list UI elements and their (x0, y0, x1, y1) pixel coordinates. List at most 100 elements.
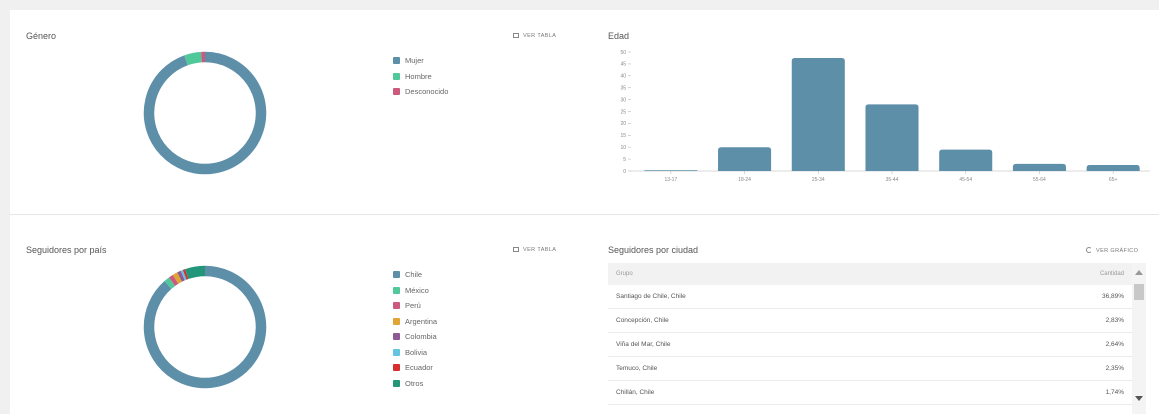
bar-55-64[interactable] (1012, 163, 1066, 171)
country-slice-3[interactable] (172, 272, 183, 284)
city-amount-cell: 2,64% (1105, 341, 1124, 348)
legend-swatch (393, 57, 400, 65)
legend-label: Otros (405, 378, 424, 388)
city-title: Seguidores por ciudad (608, 245, 699, 255)
age-title: Edad (608, 31, 630, 41)
y-tick-label: 50 (620, 50, 626, 56)
bar-25-34[interactable] (791, 57, 845, 172)
bar-13-17[interactable] (644, 170, 698, 171)
y-tick-label: 40 (620, 74, 626, 80)
country-legend-item[interactable]: Ecuador (393, 360, 437, 376)
y-tick-label: 5 (623, 157, 626, 163)
y-tick-label: 10 (620, 145, 626, 151)
gender-slice-0[interactable] (143, 51, 267, 175)
legend-swatch (393, 364, 400, 372)
city-table: Grupo Cantidad Santiago de Chile, Chile 3… (608, 263, 1132, 414)
bar-18-24[interactable] (718, 147, 772, 171)
scrollbar-thumb[interactable] (1134, 284, 1144, 300)
table-icon (513, 33, 519, 38)
country-legend-item[interactable]: Perú (393, 298, 437, 314)
legend-label: México (405, 285, 429, 295)
y-tick-label: 0 (623, 169, 626, 175)
gender-legend-item[interactable]: Hombre (393, 69, 448, 85)
legend-swatch (393, 333, 400, 341)
scroll-down-arrow-icon[interactable] (1135, 396, 1143, 401)
table-row[interactable]: Santiago de Chile, Chile 36,89% (608, 285, 1132, 309)
x-tick-label: 45-54 (959, 177, 972, 183)
gender-slice-1[interactable] (184, 51, 202, 66)
country-legend-item[interactable]: Bolivia (393, 345, 437, 361)
city-table-header: Grupo Cantidad (608, 263, 1132, 285)
country-legend: Chile México Perú Argentina Colombia Bolivia E… (393, 267, 437, 391)
legend-swatch (393, 88, 400, 96)
gender-donut-chart (143, 51, 267, 175)
column-header-group[interactable]: Grupo (616, 271, 633, 277)
y-tick-label: 25 (620, 109, 626, 115)
country-legend-item[interactable]: Otros (393, 376, 437, 392)
city-group-cell: Santiago de Chile, Chile (616, 293, 686, 300)
country-slice-0[interactable] (143, 265, 267, 389)
bar-45-54[interactable] (939, 149, 993, 171)
city-table-body: Santiago de Chile, Chile 36,89% Concepción… (608, 285, 1132, 405)
legend-label: Desconocido (405, 87, 449, 97)
y-tick-label: 30 (620, 97, 626, 103)
gender-legend-item[interactable]: Desconocido (393, 84, 448, 100)
city-amount-cell: 1,74% (1105, 389, 1124, 396)
x-tick-label: 25-34 (812, 177, 825, 183)
table-row[interactable]: Concepción, Chile 2,83% (608, 309, 1132, 333)
city-group-cell: Temuco, Chile (616, 365, 658, 372)
country-title: Seguidores por país (26, 245, 107, 255)
legend-swatch (393, 348, 400, 356)
legend-label: Chile (405, 270, 423, 280)
city-amount-cell: 2,35% (1105, 365, 1124, 372)
country-legend-item[interactable]: México (393, 283, 437, 299)
x-tick-label: 55-64 (1033, 177, 1046, 183)
country-legend-item[interactable]: Colombia (393, 329, 437, 345)
age-bar-chart: 0 5 10 15 20 25 30 35 40 45 50 13-17 18-24 25-34 35-44… (620, 50, 1150, 183)
table-row[interactable]: Viña del Mar, Chile 2,64% (608, 333, 1132, 357)
table-row[interactable]: Temuco, Chile 2,35% (608, 357, 1132, 381)
country-legend-item[interactable]: Chile (393, 267, 437, 283)
gender-legend-item[interactable]: Mujer (393, 53, 448, 69)
country-slice-2[interactable] (168, 274, 179, 286)
dashboard-card: Género VER TABLA Mujer Hombre Desconocido … (10, 10, 1159, 414)
city-group-cell: Concepción, Chile (616, 317, 669, 324)
bar-35-44[interactable] (865, 104, 919, 171)
country-donut-chart (143, 265, 267, 389)
legend-swatch (393, 302, 400, 310)
country-slice-7[interactable] (184, 265, 206, 280)
scroll-up-arrow-icon[interactable] (1135, 270, 1143, 275)
country-view-table-link[interactable]: VER TABLA (513, 247, 556, 253)
country-slice-6[interactable] (182, 269, 189, 280)
legend-swatch (393, 379, 400, 387)
bar-65+[interactable] (1086, 165, 1140, 171)
table-row[interactable]: Chillán, Chile 1,74% (608, 381, 1132, 405)
gender-view-table-link[interactable]: VER TABLA (513, 33, 556, 39)
legend-label: Mujer (405, 56, 424, 66)
legend-swatch (393, 317, 400, 325)
x-tick-label: 18-24 (738, 177, 751, 183)
legend-label: Bolivia (405, 347, 428, 357)
y-tick-label: 35 (620, 86, 626, 92)
country-legend-item[interactable]: Argentina (393, 314, 437, 330)
column-header-amount[interactable]: Cantidad (1100, 271, 1124, 277)
city-amount-cell: 36,89% (1101, 293, 1124, 300)
country-slice-5[interactable] (180, 269, 187, 281)
refresh-icon (1086, 247, 1092, 253)
city-table-scrollbar[interactable] (1132, 263, 1146, 414)
city-amount-cell: 2,83% (1105, 317, 1124, 324)
x-tick-label: 35-44 (886, 177, 899, 183)
legend-label: Perú (405, 301, 421, 311)
country-slice-4[interactable] (177, 270, 185, 282)
legend-swatch (393, 286, 400, 294)
country-slice-1[interactable] (164, 277, 176, 289)
legend-label: Argentina (405, 316, 438, 326)
section-divider (10, 214, 1159, 215)
y-tick-label: 15 (620, 133, 626, 139)
legend-swatch (393, 72, 400, 80)
table-icon (513, 247, 519, 252)
city-group-cell: Viña del Mar, Chile (616, 341, 671, 348)
legend-label: Hombre (405, 71, 432, 81)
city-view-chart-link[interactable]: VER GRÁFICO (1086, 247, 1138, 254)
y-tick-label: 20 (620, 121, 626, 127)
